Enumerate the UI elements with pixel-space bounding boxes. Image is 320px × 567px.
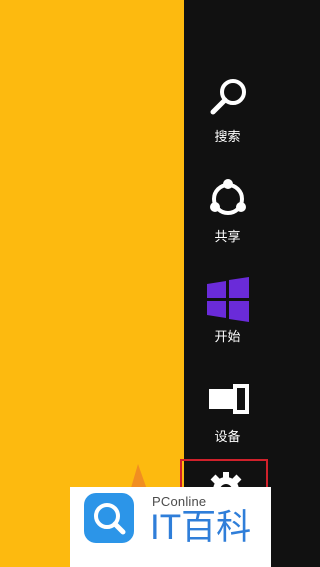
charm-search[interactable]: 搜索: [184, 76, 271, 166]
watermark-brand-large: IT百科: [150, 508, 252, 547]
search-logo-icon: [94, 503, 126, 535]
watermark-brand-small: PConline: [152, 494, 207, 509]
pconline-watermark: PConline IT百科: [70, 487, 271, 567]
pconline-logo-mark: [84, 493, 134, 543]
charm-share-label: 共享: [214, 230, 241, 245]
charm-search-label: 搜索: [214, 130, 241, 145]
charm-devices-label: 设备: [214, 430, 241, 445]
charm-start-label: 开始: [214, 330, 241, 345]
screen: 搜索 共享 开始 设备 PConline IT百科: [0, 0, 271, 567]
devices-icon: [209, 384, 249, 414]
charm-share[interactable]: 共享: [184, 176, 271, 266]
search-icon: [210, 79, 246, 115]
windows-start-icon: [207, 277, 249, 322]
charm-devices[interactable]: 设备: [184, 376, 271, 466]
share-icon: [210, 179, 246, 215]
charm-start[interactable]: 开始: [184, 276, 271, 366]
